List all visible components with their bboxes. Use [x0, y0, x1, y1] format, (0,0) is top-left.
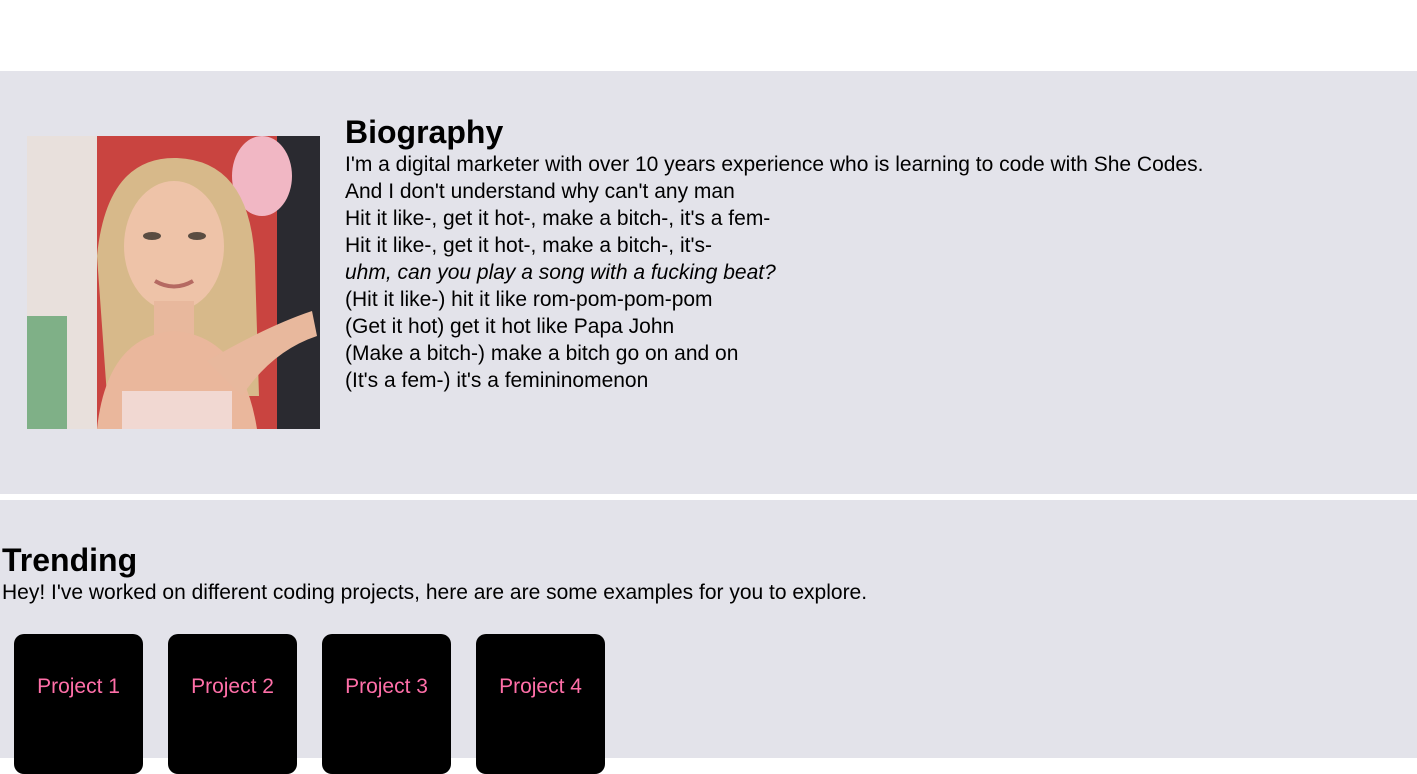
project-label: Project 2 [191, 675, 274, 698]
biography-line: (Make a bitch-) make a bitch go on and o… [345, 342, 739, 365]
trending-title: Trending [2, 542, 138, 578]
project-label: Project 3 [345, 675, 428, 698]
project-label: Project 1 [37, 675, 120, 698]
biography-text-block: Biography I'm a digital marketer with ov… [345, 113, 1203, 394]
project-card-3[interactable]: Project 3 [322, 634, 451, 774]
project-list: Project 1 Project 2 Project 3 Project 4 [14, 634, 605, 774]
trending-section: Trending Hey! I've worked on different c… [0, 500, 1417, 774]
project-label: Project 4 [499, 675, 582, 698]
biography-line: (Hit it like-) hit it like rom-pom-pom-p… [345, 288, 713, 311]
project-card-2[interactable]: Project 2 [168, 634, 297, 774]
project-card-1[interactable]: Project 1 [14, 634, 143, 774]
trending-subtitle: Hey! I've worked on different coding pro… [2, 581, 868, 604]
project-card-4[interactable]: Project 4 [476, 634, 605, 774]
biography-title: Biography [345, 114, 504, 150]
biography-line: And I don't understand why can't any man [345, 180, 735, 203]
biography-line: (Get it hot) get it hot like Papa John [345, 315, 675, 338]
top-header-area [0, 0, 1417, 71]
biography-line: Hit it like-, get it hot-, make a bitch-… [345, 207, 771, 230]
biography-line-italic: uhm, can you play a song with a fucking … [345, 261, 776, 284]
biography-line: (It's a fem-) it's a femininomenon [345, 369, 649, 392]
profile-photo [27, 136, 320, 429]
biography-line: I'm a digital marketer with over 10 year… [345, 153, 1204, 176]
biography-line: Hit it like-, get it hot-, make a bitch-… [345, 234, 712, 257]
biography-section: Biography I'm a digital marketer with ov… [0, 71, 1417, 494]
